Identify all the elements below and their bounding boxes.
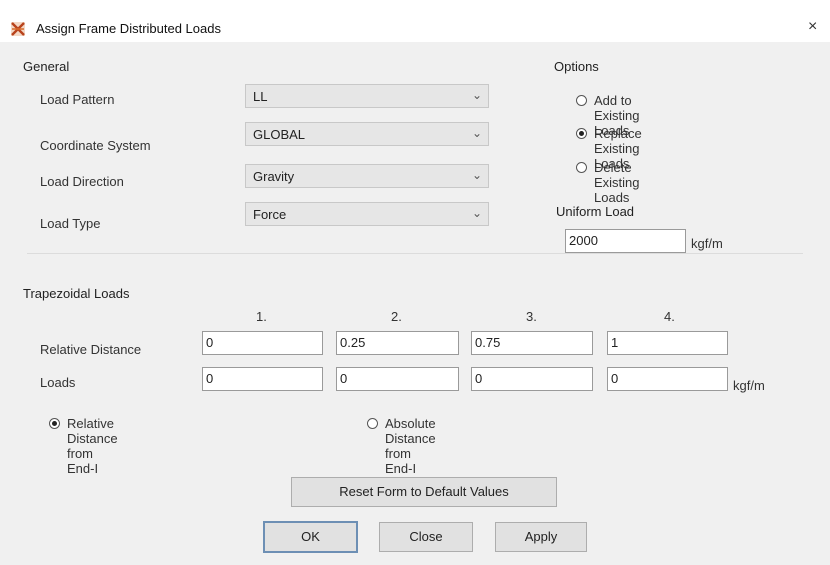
coordinate-system-value: GLOBAL: [253, 127, 306, 142]
relative-distance-value: 0: [206, 335, 214, 350]
chevron-down-icon: ⌄: [471, 88, 482, 102]
radio-label: Absolute Distance from End-I: [385, 416, 436, 476]
load-input-3[interactable]: 0: [471, 367, 593, 391]
chevron-down-icon: ⌄: [471, 168, 482, 182]
radio-circle-icon: [367, 418, 378, 429]
column-header-1: 1.: [256, 309, 267, 324]
loads-unit: kgf/m: [733, 378, 765, 393]
uniform-load-value: 2000: [569, 233, 598, 248]
reset-form-button[interactable]: Reset Form to Default Values: [291, 477, 557, 507]
column-header-2: 2.: [391, 309, 402, 324]
load-direction-value: Gravity: [253, 169, 295, 184]
apply-button[interactable]: Apply: [495, 522, 587, 552]
title-bar: Assign Frame Distributed Loads ×: [0, 0, 830, 42]
frame-load-app-icon: [11, 22, 25, 36]
column-header-4: 4.: [664, 309, 675, 324]
trapezoidal-group-title: Trapezoidal Loads: [23, 286, 130, 301]
options-group-title: Options: [554, 59, 599, 74]
coordinate-system-select[interactable]: GLOBAL ⌄: [245, 122, 489, 146]
ok-button[interactable]: OK: [263, 521, 358, 553]
relative-distance-label: Relative Distance: [40, 342, 142, 357]
radio-label: Relative Distance from End-I: [67, 416, 118, 476]
load-pattern-select[interactable]: LL ⌄: [245, 84, 489, 108]
load-value: 0: [340, 371, 348, 386]
load-type-select[interactable]: Force ⌄: [245, 202, 489, 226]
window-title: Assign Frame Distributed Loads: [36, 21, 221, 36]
radio-selected-icon: [576, 128, 587, 139]
coordinate-system-label: Coordinate System: [40, 138, 151, 153]
relative-distance-input-3[interactable]: 0.75: [471, 331, 593, 355]
section-divider: [27, 253, 803, 254]
general-group-title: General: [23, 59, 70, 74]
chevron-down-icon: ⌄: [471, 126, 482, 140]
radio-circle-icon: [576, 162, 587, 173]
relative-distance-value: 1: [611, 335, 619, 350]
load-value: 0: [611, 371, 619, 386]
uniform-load-unit: kgf/m: [691, 236, 723, 251]
load-input-4[interactable]: 0: [607, 367, 728, 391]
load-input-1[interactable]: 0: [202, 367, 323, 391]
load-pattern-label: Load Pattern: [40, 92, 115, 107]
load-type-label: Load Type: [40, 216, 101, 231]
uniform-load-title: Uniform Load: [556, 204, 635, 219]
load-value: 0: [206, 371, 214, 386]
relative-distance-value: 0.25: [340, 335, 366, 350]
close-button[interactable]: Close: [379, 522, 473, 552]
radio-label: Delete Existing Loads: [594, 160, 640, 205]
radio-selected-icon: [49, 418, 60, 429]
load-value: 0: [475, 371, 483, 386]
load-type-value: Force: [253, 207, 287, 222]
relative-distance-input-4[interactable]: 1: [607, 331, 728, 355]
relative-distance-value: 0.75: [475, 335, 501, 350]
loads-label: Loads: [40, 375, 76, 390]
dialog-window: Assign Frame Distributed Loads × General…: [0, 0, 830, 565]
close-window-icon[interactable]: ×: [808, 18, 817, 36]
relative-distance-input-2[interactable]: 0.25: [336, 331, 459, 355]
chevron-down-icon: ⌄: [471, 206, 482, 220]
column-header-3: 3.: [526, 309, 537, 324]
load-direction-label: Load Direction: [40, 174, 124, 189]
load-direction-select[interactable]: Gravity ⌄: [245, 164, 489, 188]
load-pattern-value: LL: [253, 89, 268, 104]
uniform-load-input[interactable]: 2000: [565, 229, 686, 253]
radio-circle-icon: [576, 95, 587, 106]
relative-distance-input-1[interactable]: 0: [202, 331, 323, 355]
load-input-2[interactable]: 0: [336, 367, 459, 391]
